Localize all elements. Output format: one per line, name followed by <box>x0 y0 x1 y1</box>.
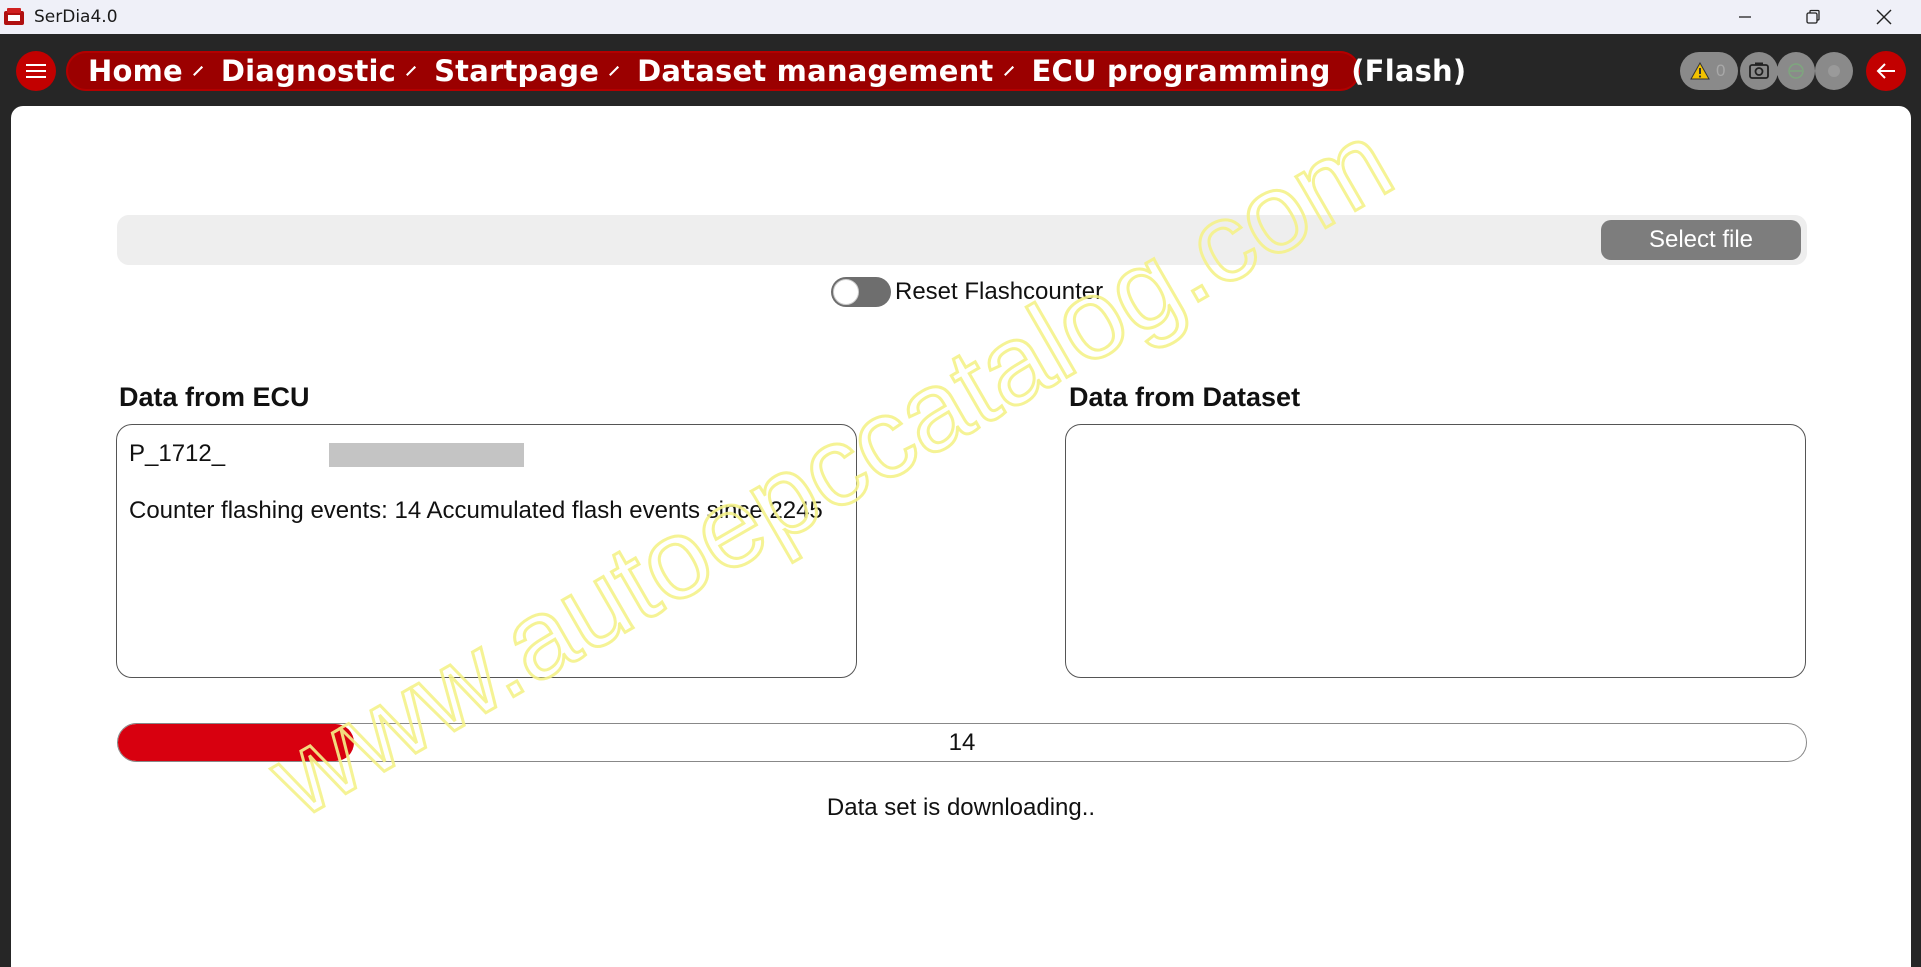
dataset-data-title: Data from Dataset <box>1069 382 1301 412</box>
restore-icon <box>1806 9 1820 24</box>
toggle-knob <box>833 279 859 305</box>
minimize-icon <box>1739 16 1751 18</box>
connection-icon <box>1788 63 1804 79</box>
breadcrumb-ecu-programming: ECU programming (Flash) <box>1031 54 1467 88</box>
chevron-right-icon <box>1003 66 1014 76</box>
breadcrumb-diagnostic[interactable]: Diagnostic <box>221 54 396 88</box>
chevron-right-icon <box>192 66 203 76</box>
chevron-right-icon <box>609 66 620 76</box>
warning-icon <box>1690 62 1710 80</box>
breadcrumb-home[interactable]: Home <box>88 54 183 88</box>
download-progress-bar: 14 <box>117 723 1807 762</box>
device-status-indicator <box>1815 52 1853 90</box>
screenshot-button[interactable] <box>1740 52 1778 90</box>
ecu-part-number: P_1712_ <box>129 440 226 467</box>
progress-value: 14 <box>948 729 976 756</box>
breadcrumb-startpage[interactable]: Startpage <box>434 54 599 88</box>
dataset-data-box <box>1065 424 1806 678</box>
connection-status-indicator <box>1777 52 1815 90</box>
camera-icon <box>1749 62 1769 79</box>
select-file-button[interactable]: Select file <box>1601 220 1801 260</box>
arrow-left-icon <box>1876 63 1895 79</box>
download-status-message: Data set is downloading.. <box>826 794 1096 821</box>
app-logo-icon <box>3 6 25 28</box>
minimize-button[interactable] <box>1711 0 1779 34</box>
file-path-field[interactable] <box>117 215 1807 265</box>
close-icon <box>1876 9 1892 25</box>
ecu-data-title: Data from ECU <box>119 382 310 412</box>
breadcrumb: Home Diagnostic Startpage Dataset manage… <box>66 51 1466 91</box>
device-status-icon <box>1828 65 1840 77</box>
chevron-right-icon <box>406 66 417 76</box>
reset-flashcounter-toggle[interactable] <box>831 277 891 307</box>
app-title: SerDia4.0 <box>34 7 118 27</box>
warning-count: 0 <box>1716 61 1726 80</box>
hamburger-menu-button[interactable] <box>16 51 56 91</box>
ecu-flash-counter: Counter flashing events: 14 Accumulated … <box>129 497 823 524</box>
back-button[interactable] <box>1866 51 1906 91</box>
hamburger-icon <box>26 64 46 78</box>
ecu-data-box: P_1712_ Counter flashing events: 14 Accu… <box>116 424 857 678</box>
reset-flashcounter-label: Reset Flashcounter <box>895 278 1104 305</box>
main-content-panel: Select file Reset Flashcounter Data from… <box>11 106 1911 967</box>
warning-counter-button[interactable]: 0 <box>1680 52 1738 90</box>
navigation-bar: Home Diagnostic Startpage Dataset manage… <box>0 34 1921 106</box>
redacted-region <box>329 443 524 467</box>
breadcrumb-dataset-management[interactable]: Dataset management <box>637 54 993 88</box>
window-titlebar: SerDia4.0 <box>0 0 1921 34</box>
close-button[interactable] <box>1850 0 1918 34</box>
restore-button[interactable] <box>1779 0 1847 34</box>
